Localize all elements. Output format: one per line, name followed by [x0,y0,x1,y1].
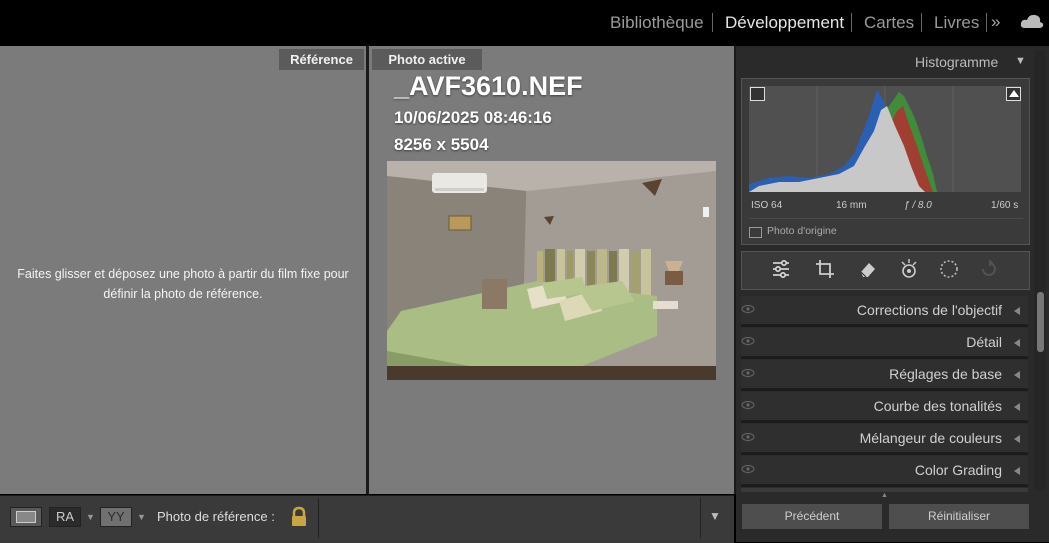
panel-label: Détail [966,334,1002,350]
more-modules-icon[interactable]: » [991,12,1000,32]
disclosure-triangle-icon [1014,339,1020,347]
histogram-disclosure-icon[interactable]: ▼ [1015,55,1026,67]
history-icon[interactable] [979,259,999,279]
right-panel-scrollbar[interactable] [1034,50,1046,490]
scrollbar-thumb[interactable] [1037,292,1044,352]
toolbar-separator [700,498,701,538]
module-books[interactable]: Livres [934,13,979,33]
drop-hint-line1: Faites glisser et déposez une photo à pa… [17,267,349,281]
photo-filename: _AVF3610.NEF [394,71,583,101]
exif-focal: 16 mm [836,200,867,211]
panel-basic[interactable]: Réglages de base [741,360,1028,391]
eye-icon[interactable] [741,430,755,444]
reference-photo-label: Photo de référence : [157,509,275,524]
panel-detail[interactable]: Détail [741,328,1028,359]
module-separator [921,13,922,32]
loupe-view-icon [16,511,36,523]
reset-button[interactable]: Réinitialiser [888,503,1030,530]
panel-lens-corrections[interactable]: Corrections de l'objectif [741,296,1028,327]
module-develop[interactable]: Développement [725,13,844,33]
panel-expand-icon[interactable]: ▲ [881,492,888,499]
original-photo-label: Photo d'origine [767,225,837,237]
active-photo-tab: Photo active [372,49,482,70]
disclosure-triangle-icon [1014,403,1020,411]
drop-hint: Faites glisser et déposez une photo à pa… [0,264,366,304]
eye-icon[interactable] [741,302,755,316]
eye-icon[interactable] [741,462,755,476]
reference-tab: Référence [279,49,364,70]
histogram-chart [749,86,954,192]
disclosure-triangle-icon [1014,467,1020,475]
histogram-separator [749,218,1023,219]
panel-label: Réglages de base [889,366,1002,382]
exif-shutter: 1/60 s [991,200,1019,211]
module-separator [712,13,713,32]
drop-hint-line2: définir la photo de référence. [103,287,263,301]
yy-dropdown-icon[interactable]: ▼ [137,512,146,522]
toolbar-dropdown-icon[interactable]: ▼ [709,509,721,523]
original-photo-checkbox[interactable] [749,227,762,238]
before-after-ra-button[interactable]: RA [49,507,81,527]
crop-icon[interactable] [815,259,835,279]
toolbar-separator [318,498,319,538]
eye-icon[interactable] [741,366,755,380]
eye-icon[interactable] [741,334,755,348]
photo-dimensions: 8256 x 5504 [394,135,489,154]
photo-datetime: 10/06/2025 08:46:16 [394,108,552,127]
disclosure-triangle-icon [1014,307,1020,315]
shadow-clipping-icon[interactable] [750,87,765,101]
cloud-icon[interactable] [1020,13,1044,29]
panel-color-mixer[interactable]: Mélangeur de couleurs [741,424,1028,455]
previous-button[interactable]: Précédent [741,503,883,530]
redeye-icon[interactable] [899,258,919,280]
module-separator [986,13,987,32]
edit-sliders-icon[interactable] [771,259,791,279]
histogram-title[interactable]: Histogramme [915,54,998,70]
panel-label: Corrections de l'objectif [856,302,1002,318]
panel-label: Mélangeur de couleurs [859,430,1002,446]
disclosure-triangle-icon [1014,435,1020,443]
module-library[interactable]: Bibliothèque [610,13,704,33]
mask-icon[interactable] [939,259,959,279]
active-photo[interactable] [387,161,716,380]
panel-tone-curve[interactable]: Courbe des tonalités [741,392,1028,423]
disclosure-triangle-icon [1014,371,1020,379]
ra-dropdown-icon[interactable]: ▼ [86,512,95,522]
lock-icon[interactable] [290,506,308,528]
module-maps[interactable]: Cartes [864,13,914,33]
panel-color-grading[interactable]: Color Grading [741,456,1028,487]
exif-iso: ISO 64 [751,200,783,211]
highlight-clipping-icon[interactable] [1006,87,1021,101]
panel-label: Courbe des tonalités [873,398,1002,414]
eye-icon[interactable] [741,398,755,412]
eraser-icon[interactable] [858,259,878,279]
panel-label: Color Grading [914,462,1002,478]
loupe-view-button[interactable] [10,507,42,527]
before-after-yy-button[interactable]: YY [100,507,132,527]
exif-aperture: ƒ / 8.0 [904,200,932,211]
module-separator [851,13,852,32]
